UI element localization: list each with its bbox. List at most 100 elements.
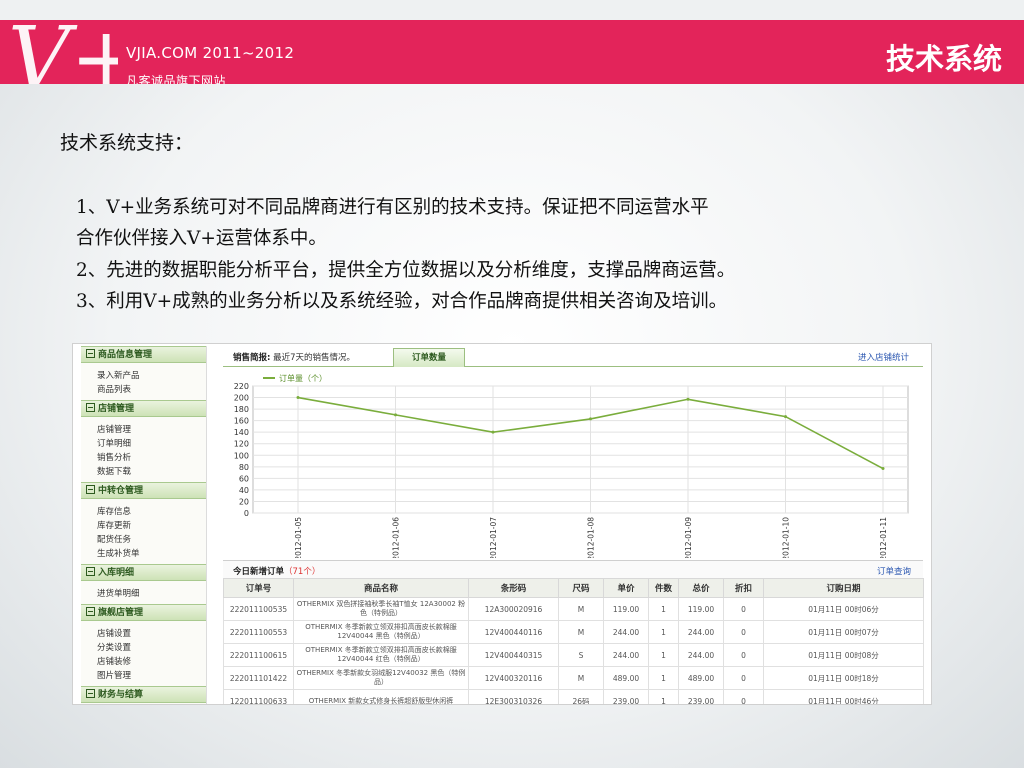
sidebar-item-4-1[interactable]: 分类设置 — [81, 641, 206, 655]
sidebar-group-label: 商品信息管理 — [98, 350, 153, 360]
sidebar-item-0-1[interactable]: 商品列表 — [81, 383, 206, 397]
y-tick-label: 20 — [239, 497, 249, 506]
data-point — [296, 396, 300, 400]
collapse-icon — [86, 485, 95, 494]
x-tick-label: 2012-01-07 — [489, 517, 498, 558]
collapse-icon — [86, 403, 95, 412]
table-cell: OTHERMIX 双色拼接袖秋季长袖T恤女 12A30002 粉色（特例品） — [293, 597, 469, 621]
table-cell: 1 — [648, 620, 679, 644]
table-cell: OTHERMIX 冬季新款立领双排扣高面皮长款棉服12V40044 黑色（特例品… — [293, 620, 469, 644]
sidebar-item-0-0[interactable]: 录入新产品 — [81, 369, 206, 383]
sidebar-item-4-3[interactable]: 图片管理 — [81, 669, 206, 683]
order-query-link[interactable]: 订单查询 — [877, 565, 911, 577]
sidebar-item-3-0[interactable]: 进货单明细 — [81, 587, 206, 601]
y-tick-label: 180 — [234, 405, 249, 414]
y-tick-label: 140 — [234, 428, 249, 437]
table-cell: 12V400440116 — [468, 620, 559, 644]
paragraph-3: 3、利用V+成熟的业务分析以及系统经验，对合作品牌商提供相关咨询及培训。 — [76, 291, 728, 312]
table-cell: 26码 — [558, 689, 604, 704]
column-header[interactable]: 订单号 — [223, 578, 294, 598]
column-header[interactable]: 件数 — [648, 578, 679, 598]
table-cell: 1 — [648, 666, 679, 690]
x-tick-label: 2012-01-11 — [879, 517, 888, 558]
table-cell: 01月11日 00时46分 — [763, 689, 924, 704]
table-cell: 12A300020916 — [468, 597, 559, 621]
sidebar-item-2-1[interactable]: 库存更新 — [81, 519, 206, 533]
y-tick-label: 220 — [234, 382, 249, 391]
column-header[interactable]: 订购日期 — [763, 578, 924, 598]
collapse-icon — [86, 349, 95, 358]
sidebar-group-label: 旗舰店管理 — [98, 608, 144, 618]
sidebar-group-5[interactable]: 财务与结算 — [81, 686, 206, 703]
x-tick-label: 2012-01-06 — [392, 517, 401, 558]
column-header[interactable]: 单价 — [603, 578, 649, 598]
sidebar-item-4-0[interactable]: 店铺设置 — [81, 627, 206, 641]
x-tick-label: 2012-01-05 — [294, 517, 303, 558]
sidebar-item-4-2[interactable]: 店铺装修 — [81, 655, 206, 669]
table-row[interactable]: 222011100615 OTHERMIX 冬季新款立领双排扣高面皮长款棉服12V… — [223, 643, 924, 667]
column-header[interactable]: 尺码 — [558, 578, 604, 598]
data-point — [491, 430, 495, 434]
table-cell: 01月11日 00时07分 — [763, 620, 924, 644]
sales-brief-label: 销售简报: — [233, 353, 271, 363]
sidebar-item-2-3[interactable]: 生成补货单 — [81, 547, 206, 561]
tab-order-count[interactable]: 订单数量 — [393, 348, 465, 367]
column-header[interactable]: 条形码 — [468, 578, 559, 598]
sidebar-item-2-2[interactable]: 配货任务 — [81, 533, 206, 547]
table-row[interactable]: 222011100535 OTHERMIX 双色拼接袖秋季长袖T恤女 12A300… — [223, 597, 924, 621]
table-cell: 119.00 — [678, 597, 724, 621]
sidebar-group-3[interactable]: 入库明细 — [81, 564, 206, 581]
sidebar-item-2-0[interactable]: 库存信息 — [81, 505, 206, 519]
table-row[interactable]: 122011100633 OTHERMIX 新款女式修身长裤超舒版型休闲裤 12E3… — [223, 689, 924, 704]
legend-label: 订单量（个） — [279, 373, 327, 383]
paragraph-2: 2、先进的数据职能分析平台，提供全方位数据以及分析维度，支撑品牌商运营。 — [76, 260, 736, 281]
table-cell: 244.00 — [603, 643, 649, 667]
sales-brief-text: 最近7天的销售情况。 — [273, 353, 356, 363]
table-cell: 489.00 — [678, 666, 724, 690]
brand-line2: 凡客诚品旗下网站 — [126, 74, 227, 84]
table-cell: 239.00 — [603, 689, 649, 704]
column-header[interactable]: 总价 — [678, 578, 724, 598]
vjia-logo: V+ — [8, 20, 118, 84]
header-bar: V+ VJIA.COM 2011~2012 凡客诚品旗下网站 技术系统 — [0, 20, 1024, 84]
admin-sidebar: 商品信息管理 录入新产品 商品列表 店铺管理 店铺管理 订单明细 销售分析 数据下载 中转仓管理… — [81, 346, 207, 704]
table-cell: OTHERMIX 新款女式修身长裤超舒版型休闲裤 — [293, 689, 469, 704]
sidebar-item-1-1[interactable]: 订单明细 — [81, 437, 206, 451]
sidebar-group-1[interactable]: 店铺管理 — [81, 400, 206, 417]
table-cell: 12V400320116 — [468, 666, 559, 690]
new-orders-count: （71个） — [284, 567, 321, 577]
table-cell: 12V400440315 — [468, 643, 559, 667]
table-row[interactable]: 222011101422 OTHERMIX 冬季新款女羽绒服12V40032 黑色… — [223, 666, 924, 690]
table-cell: 1 — [648, 597, 679, 621]
store-stats-link[interactable]: 进入店铺统计 — [858, 351, 909, 363]
table-row[interactable]: 222011100553 OTHERMIX 冬季新款立领双排扣高面皮长款棉服12V… — [223, 620, 924, 644]
sidebar-group-4[interactable]: 旗舰店管理 — [81, 604, 206, 621]
table-cell: 222011101422 — [223, 666, 294, 690]
data-point — [881, 467, 885, 471]
collapse-icon — [86, 607, 95, 616]
data-point — [784, 415, 787, 419]
table-cell: M — [558, 597, 604, 621]
section-title: 技术系统支持： — [60, 132, 194, 154]
table-cell: OTHERMIX 冬季新款立领双排扣高面皮长款棉服12V40044 红色（特例品… — [293, 643, 469, 667]
orders-table-body: 222011100535 OTHERMIX 双色拼接袖秋季长袖T恤女 12A300… — [223, 597, 924, 704]
table-cell: M — [558, 666, 604, 690]
sidebar-item-1-3[interactable]: 数据下载 — [81, 465, 206, 479]
table-cell: 01月11日 00时18分 — [763, 666, 924, 690]
collapse-icon — [86, 567, 95, 576]
column-header[interactable]: 折扣 — [723, 578, 764, 598]
table-cell: OTHERMIX 冬季新款女羽绒服12V40032 黑色（特例品） — [293, 666, 469, 690]
sidebar-item-1-2[interactable]: 销售分析 — [81, 451, 206, 465]
admin-main: 销售简报: 最近7天的销售情况。 订单数量 进入店铺统计 0 20 40 60 80 10… — [223, 346, 924, 704]
table-cell: 0 — [723, 666, 764, 690]
table-cell: 239.00 — [678, 689, 724, 704]
x-tick-label: 2012-01-09 — [684, 517, 693, 558]
sidebar-item-1-0[interactable]: 店铺管理 — [81, 423, 206, 437]
y-tick-label: 0 — [244, 509, 249, 518]
y-tick-label: 40 — [239, 486, 249, 495]
sidebar-group-0[interactable]: 商品信息管理 — [81, 346, 206, 363]
column-header[interactable]: 商品名称 — [293, 578, 469, 598]
sidebar-group-2[interactable]: 中转仓管理 — [81, 482, 206, 499]
data-point — [686, 397, 690, 401]
table-cell: 122011100633 — [223, 689, 294, 704]
